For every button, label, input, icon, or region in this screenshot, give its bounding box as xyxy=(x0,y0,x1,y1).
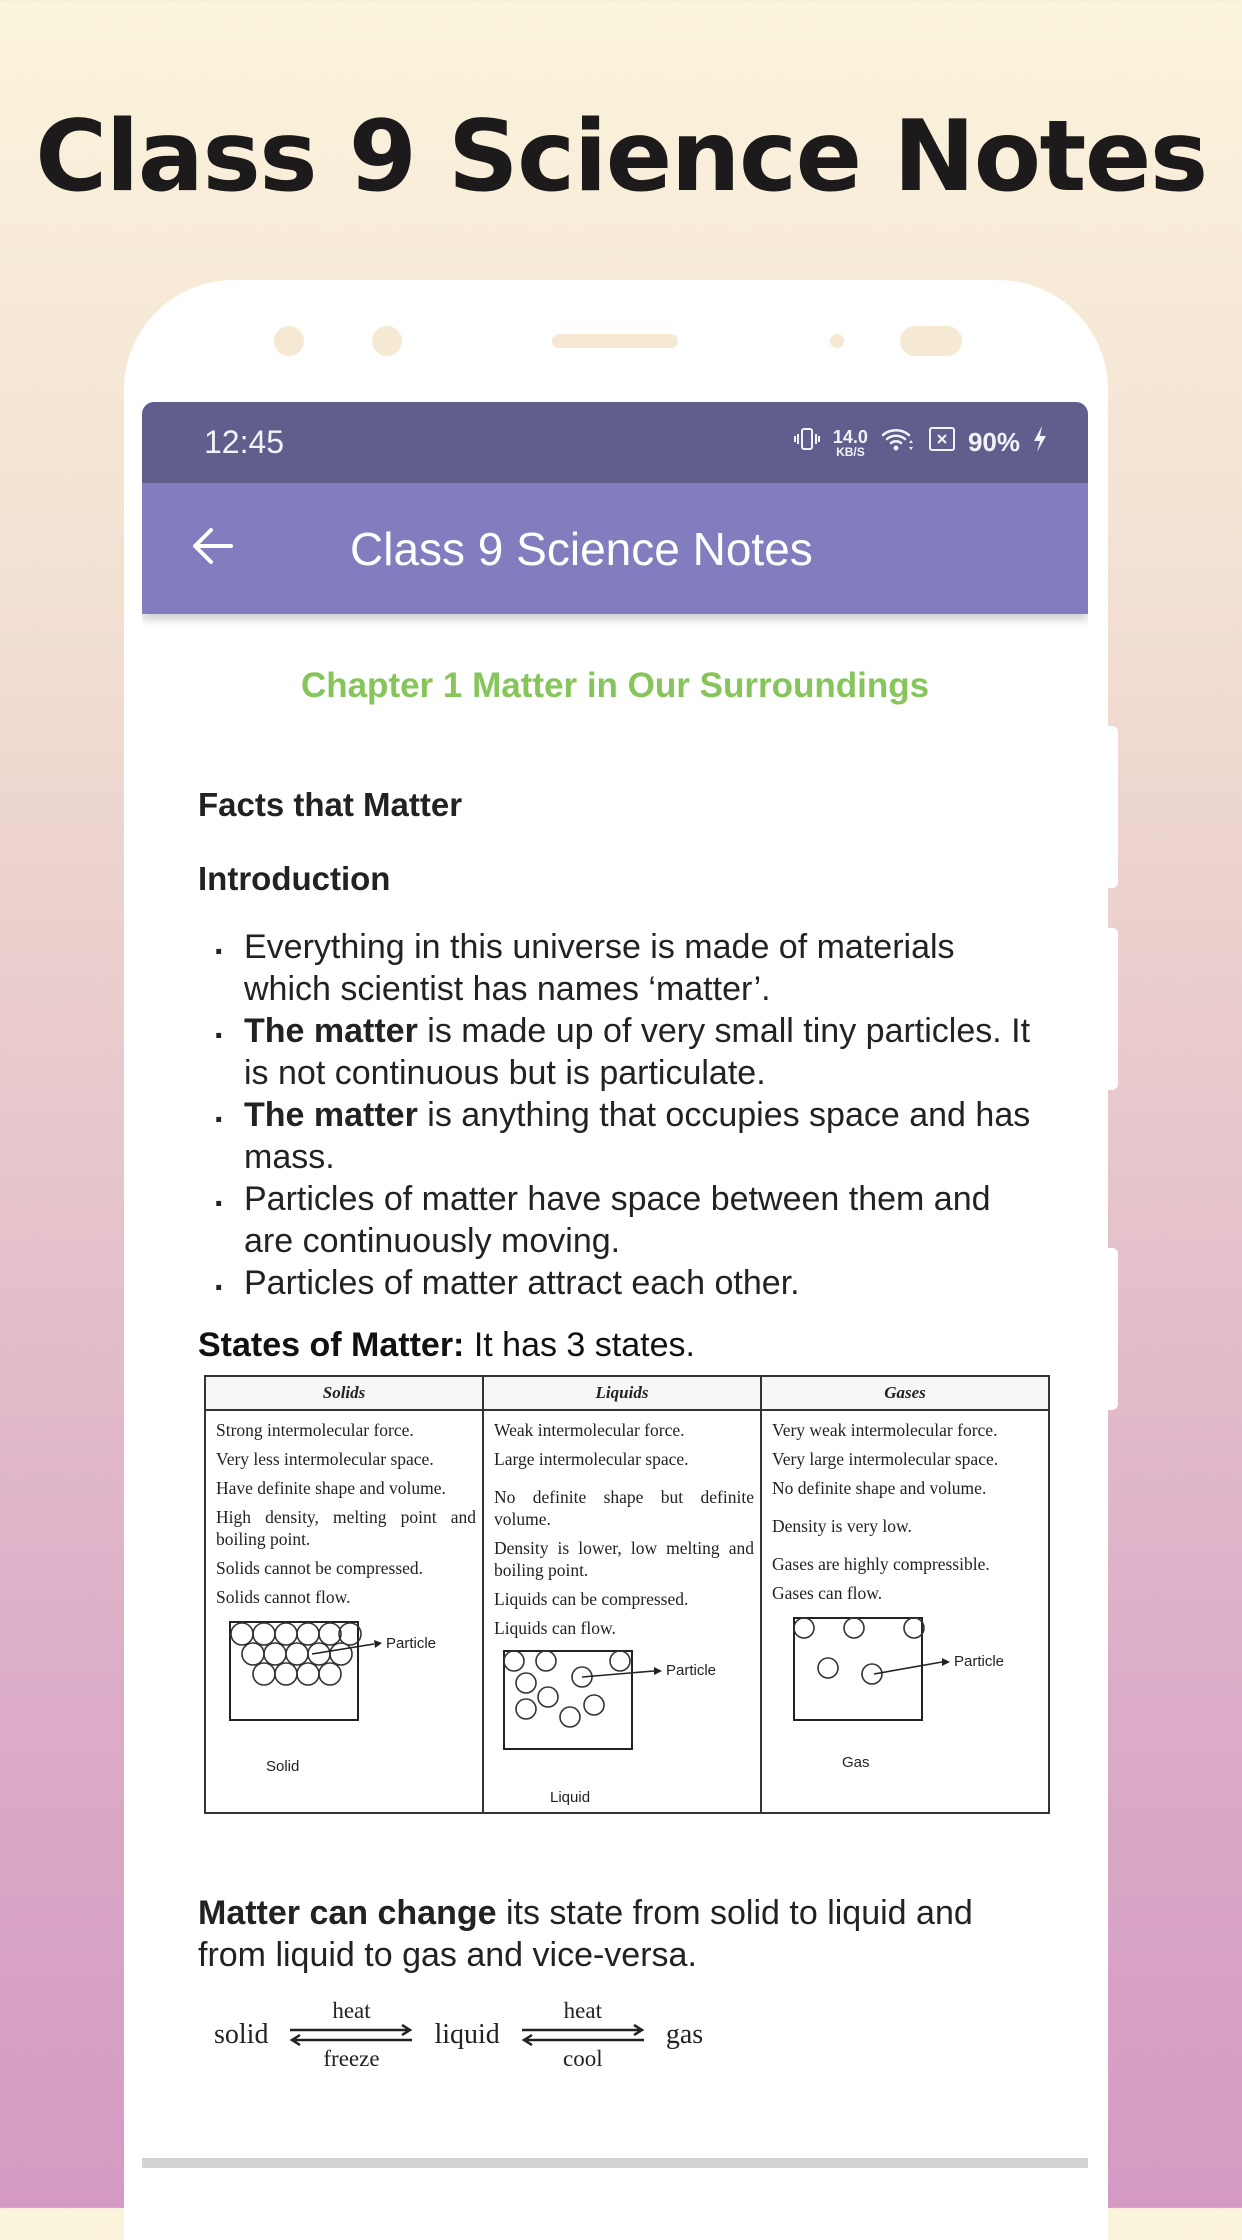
eq-arrow-bottom-label: cool xyxy=(563,2046,603,2071)
eq-liquid: liquid xyxy=(434,2019,500,2050)
table-cell: Very large intermolecular space. xyxy=(772,1449,999,1469)
table-cell: Gases can flow. xyxy=(772,1583,883,1603)
phone-sensor xyxy=(274,326,304,356)
wifi-icon xyxy=(880,425,916,460)
table-cell: Weak intermolecular force. xyxy=(494,1420,685,1440)
vibrate-icon xyxy=(793,425,821,460)
phone-sensor xyxy=(830,334,844,348)
phone-screen: 12:45 14.0 KB/S 90% Class 9 Science Note… xyxy=(142,402,1088,2208)
table-header-solids: Solids xyxy=(204,1375,484,1411)
bullet-item: Particles of matter have space between t… xyxy=(198,1174,1032,1262)
bullet-bold: The matter xyxy=(244,1096,418,1134)
phone-camera xyxy=(900,326,962,356)
table-header-liquids: Liquids xyxy=(482,1375,762,1411)
bullet-item: Particles of matter attract each other. xyxy=(198,1258,1032,1304)
diagram-label-liquid: Liquid xyxy=(550,1789,591,1806)
heading-facts: Facts that Matter xyxy=(198,786,463,823)
arrow-left-icon xyxy=(189,523,235,574)
eq-arrow-solid-liquid: heat freeze xyxy=(286,1998,416,2072)
eq-arrow-top-label: heat xyxy=(563,1998,602,2023)
table-cell: Large intermolecular space. xyxy=(494,1449,689,1469)
bullet-text: Particles of matter have space between t… xyxy=(244,1180,991,1260)
table-cell: No definite shape but definite volume. xyxy=(494,1487,754,1529)
gas-particle-diagram: Particle xyxy=(772,1612,1042,1752)
bullet-item: The matter is made up of very small tiny… xyxy=(198,1006,1032,1094)
battery-percent: 90% xyxy=(967,427,1020,457)
particle-label: Particle xyxy=(666,1662,716,1679)
table-cell: No definite shape and volume. xyxy=(772,1478,987,1498)
bullet-item: The matter is anything that occupies spa… xyxy=(198,1090,1032,1178)
table-cell: Very less intermolecular space. xyxy=(216,1449,434,1469)
bottom-scroll-bar xyxy=(142,2158,1088,2168)
status-bar: 12:45 14.0 KB/S 90% xyxy=(142,402,1088,483)
table-cell: Liquids can flow. xyxy=(494,1618,616,1638)
table-column-solids: Strong intermolecular force. Very less i… xyxy=(204,1410,484,1813)
state-change-equation: solid heat freeze liquid heat cool gas xyxy=(214,1998,1032,2072)
table-cell: Have definite shape and volume. xyxy=(216,1478,446,1498)
eq-arrow-bottom-label: freeze xyxy=(323,2046,380,2071)
states-bold: States of Matter: xyxy=(198,1326,465,1364)
app-bar: Class 9 Science Notes xyxy=(142,483,1088,614)
phone-speaker xyxy=(552,334,678,348)
back-button[interactable] xyxy=(142,523,282,574)
phone-side-button xyxy=(1108,1248,1118,1410)
solid-particle-diagram: Particle xyxy=(216,1616,476,1756)
table-cell: Solids cannot be compressed. xyxy=(216,1558,424,1578)
promo-title: Class 9 Science Notes xyxy=(35,100,1208,214)
network-speed-value: 14.0 xyxy=(832,426,868,447)
table-cell: Very weak intermolecular force. xyxy=(772,1420,998,1440)
states-text: It has 3 states. xyxy=(464,1326,695,1364)
chapter-title: Chapter 1 Matter in Our Surroundings xyxy=(300,666,930,705)
diagram-label-gas: Gas xyxy=(842,1754,870,1771)
bullet-text: Everything in this universe is made of m… xyxy=(244,928,955,1008)
eq-gas: gas xyxy=(665,2019,704,2050)
eq-arrow-liquid-gas: heat cool xyxy=(518,1998,648,2072)
table-cell: Strong intermolecular force. xyxy=(216,1420,414,1440)
table-cell: Liquids can be compressed. xyxy=(494,1589,689,1609)
liquid-particle-diagram: Particle xyxy=(494,1647,754,1787)
intro-bullet-list: Everything in this universe is made of m… xyxy=(198,922,1032,1304)
table-cell: Solids cannot flow. xyxy=(216,1587,351,1607)
bullet-item: Everything in this universe is made of m… xyxy=(198,922,1032,1010)
states-of-matter-table: Solids Liquids Gases Strong intermolecul… xyxy=(204,1375,1050,1814)
eq-arrow-top-label: heat xyxy=(332,1998,371,2023)
no-sim-icon xyxy=(928,426,956,459)
particle-label: Particle xyxy=(386,1635,436,1652)
phone-sensor xyxy=(372,326,402,356)
phone-side-button xyxy=(1108,928,1118,1090)
table-cell: High density, melting point and boiling … xyxy=(216,1507,476,1549)
states-of-matter-line: States of Matter: It has 3 states. xyxy=(198,1326,1032,1365)
table-column-liquids: Weak intermolecular force. Large intermo… xyxy=(482,1410,762,1813)
app-title: Class 9 Science Notes xyxy=(350,522,813,575)
notes-content: Chapter 1 Matter in Our Surroundings Fac… xyxy=(142,666,1088,2072)
table-cell: Gases are highly compressible. xyxy=(772,1554,990,1574)
phone-side-button xyxy=(1108,726,1118,888)
change-bold: Matter can change xyxy=(198,1894,497,1932)
diagram-label-solid: Solid xyxy=(266,1758,300,1775)
heading-introduction: Introduction xyxy=(198,860,391,897)
charging-icon xyxy=(1032,425,1048,460)
bullet-bold: The matter xyxy=(244,1012,418,1050)
network-speed: 14.0 KB/S xyxy=(833,428,868,458)
double-arrow-icon xyxy=(521,2024,645,2046)
table-cell: Density is very low. xyxy=(772,1516,912,1536)
double-arrow-icon xyxy=(290,2024,413,2046)
eq-solid: solid xyxy=(214,2019,269,2050)
network-speed-unit: KB/S xyxy=(836,444,865,459)
matter-change-paragraph: Matter can change its state from solid t… xyxy=(198,1892,1032,1976)
table-column-gases: Very weak intermolecular force. Very lar… xyxy=(760,1410,1050,1813)
particle-label: Particle xyxy=(954,1653,1004,1670)
bullet-text: Particles of matter attract each other. xyxy=(244,1264,800,1302)
table-header-gases: Gases xyxy=(760,1375,1050,1411)
table-cell: Density is lower, low melting and boilin… xyxy=(494,1538,754,1580)
status-time: 12:45 xyxy=(204,424,285,460)
